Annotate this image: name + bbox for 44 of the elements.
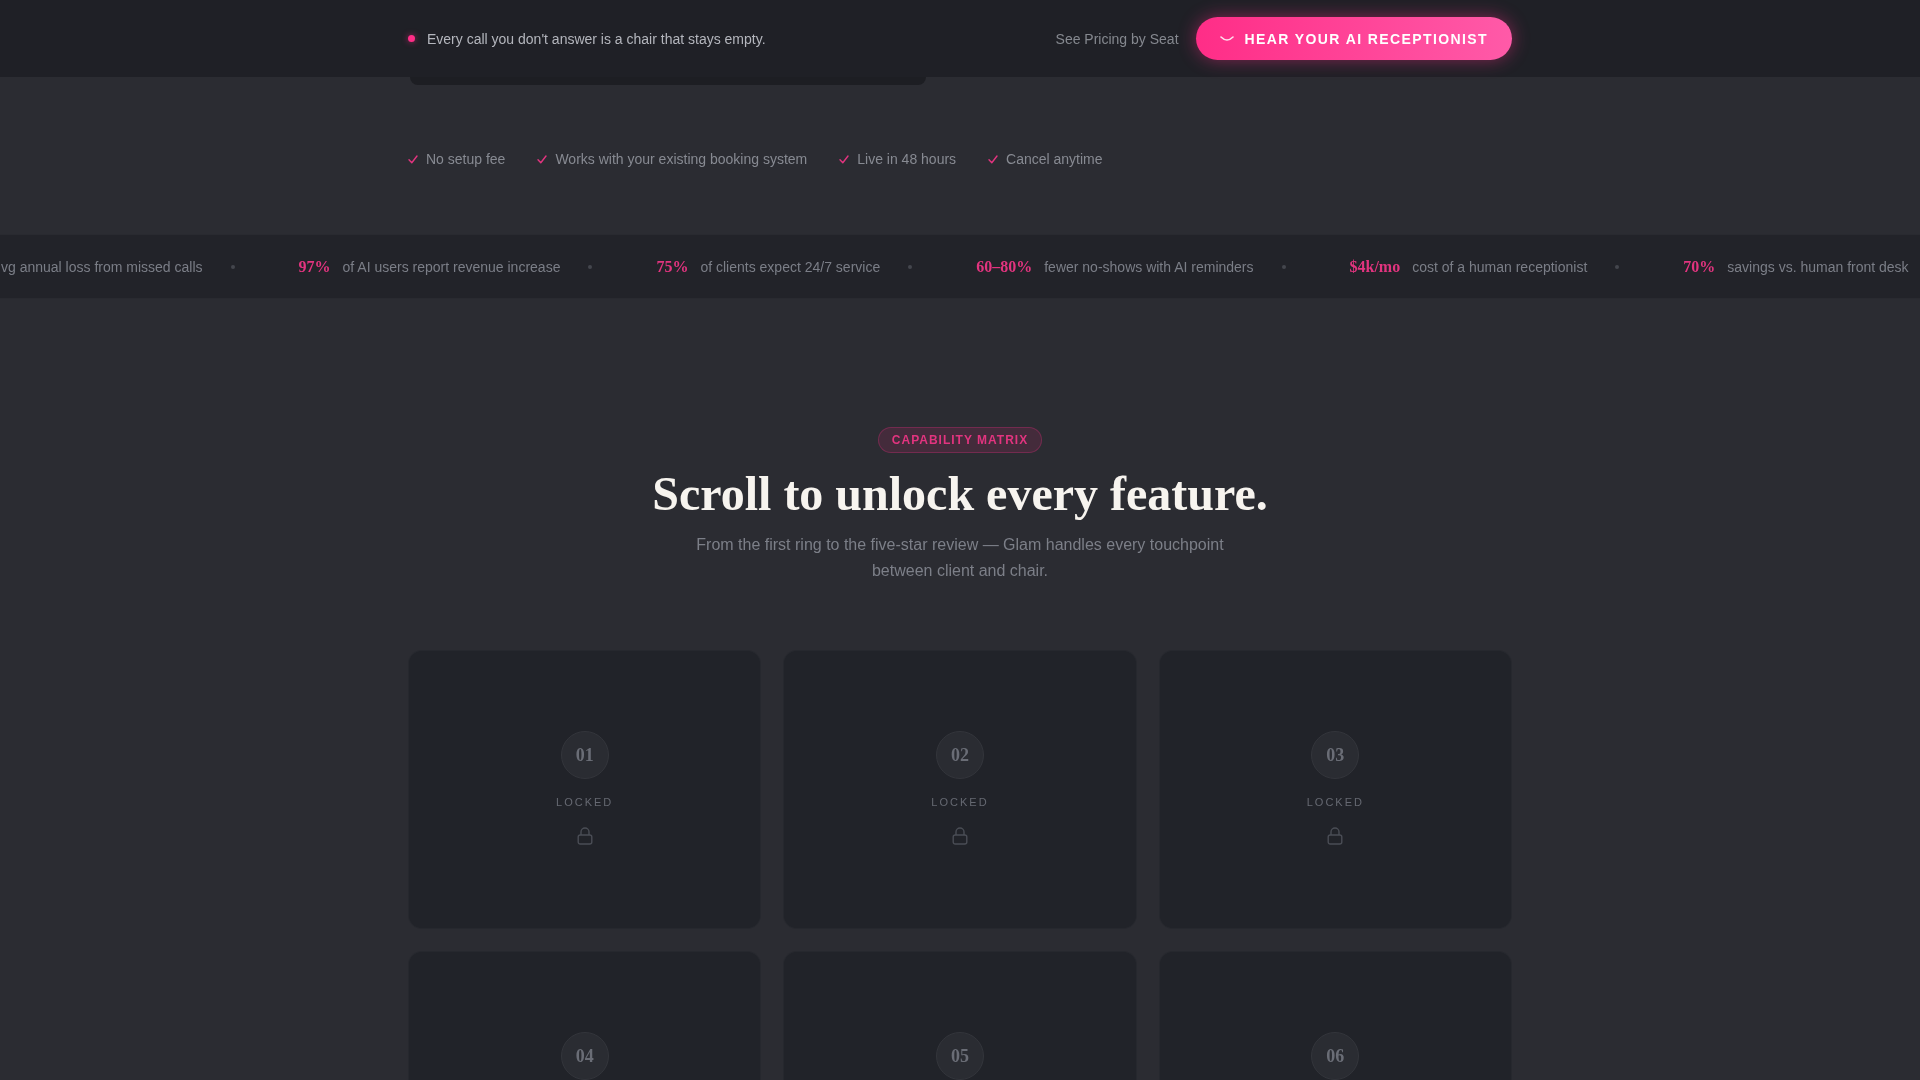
dot-icon [1281, 264, 1286, 269]
check-icon [839, 154, 850, 164]
lock-icon [1327, 827, 1344, 845]
stat-value: $4k/mo [1349, 257, 1401, 276]
card-number: 03 [1311, 731, 1360, 779]
stat-label: cost of a human receptionist [1412, 258, 1588, 275]
stat-label: savings vs. human front desk [1727, 258, 1909, 275]
stat-label: of clients expect 24/7 service [700, 258, 881, 275]
stat-value: 70% [1683, 257, 1716, 276]
check-icon [537, 154, 548, 164]
benefit-text: Works with your existing booking system [555, 151, 808, 167]
dot-icon [230, 264, 235, 269]
card-number: 06 [1311, 1032, 1360, 1080]
pricing-link[interactable]: See Pricing by Seat [1055, 30, 1179, 47]
section-title: Scroll to unlock every feature. [652, 467, 1268, 520]
card-status: LOCKED [1306, 796, 1364, 808]
card-number: 05 [936, 1032, 984, 1080]
benefit-text: No setup fee [426, 151, 506, 167]
card-status: LOCKED [556, 796, 614, 808]
card-number: 02 [936, 731, 984, 779]
dot-icon [1615, 264, 1620, 269]
stat-label: of AI users report revenue increase [342, 258, 561, 275]
stat-label: vg annual loss from missed calls [1, 258, 203, 275]
card-number: 01 [560, 731, 609, 779]
section-badge: CAPABILITY MATRIX [877, 427, 1043, 453]
check-icon [988, 154, 999, 164]
card-number: 04 [560, 1032, 609, 1080]
section-subtitle: From the first ring to the five-star review — Glam handles every touchpoint between client and chair. [695, 535, 1225, 581]
cta-button[interactable]: HEAR YOUR AI RECEPTIONIST [1195, 17, 1512, 60]
lock-icon [576, 827, 593, 845]
benefit-text: Live in 48 hours [857, 151, 957, 167]
stat-label: fewer no-shows with AI reminders [1044, 258, 1254, 275]
lock-icon [952, 827, 968, 845]
status-dot-icon [408, 35, 415, 42]
check-icon [408, 154, 418, 164]
arc-icon [1219, 36, 1234, 41]
stat-value: 97% [298, 257, 331, 276]
stat-value: 60–80% [976, 257, 1033, 276]
card-status: LOCKED [931, 796, 989, 808]
dot-icon [908, 264, 913, 269]
announcement-text: Every call you don't answer is a chair that stays empty. [427, 30, 766, 47]
benefit-text: Cancel anytime [1006, 151, 1103, 167]
stat-value: 75% [656, 257, 689, 276]
dot-icon [588, 264, 593, 269]
